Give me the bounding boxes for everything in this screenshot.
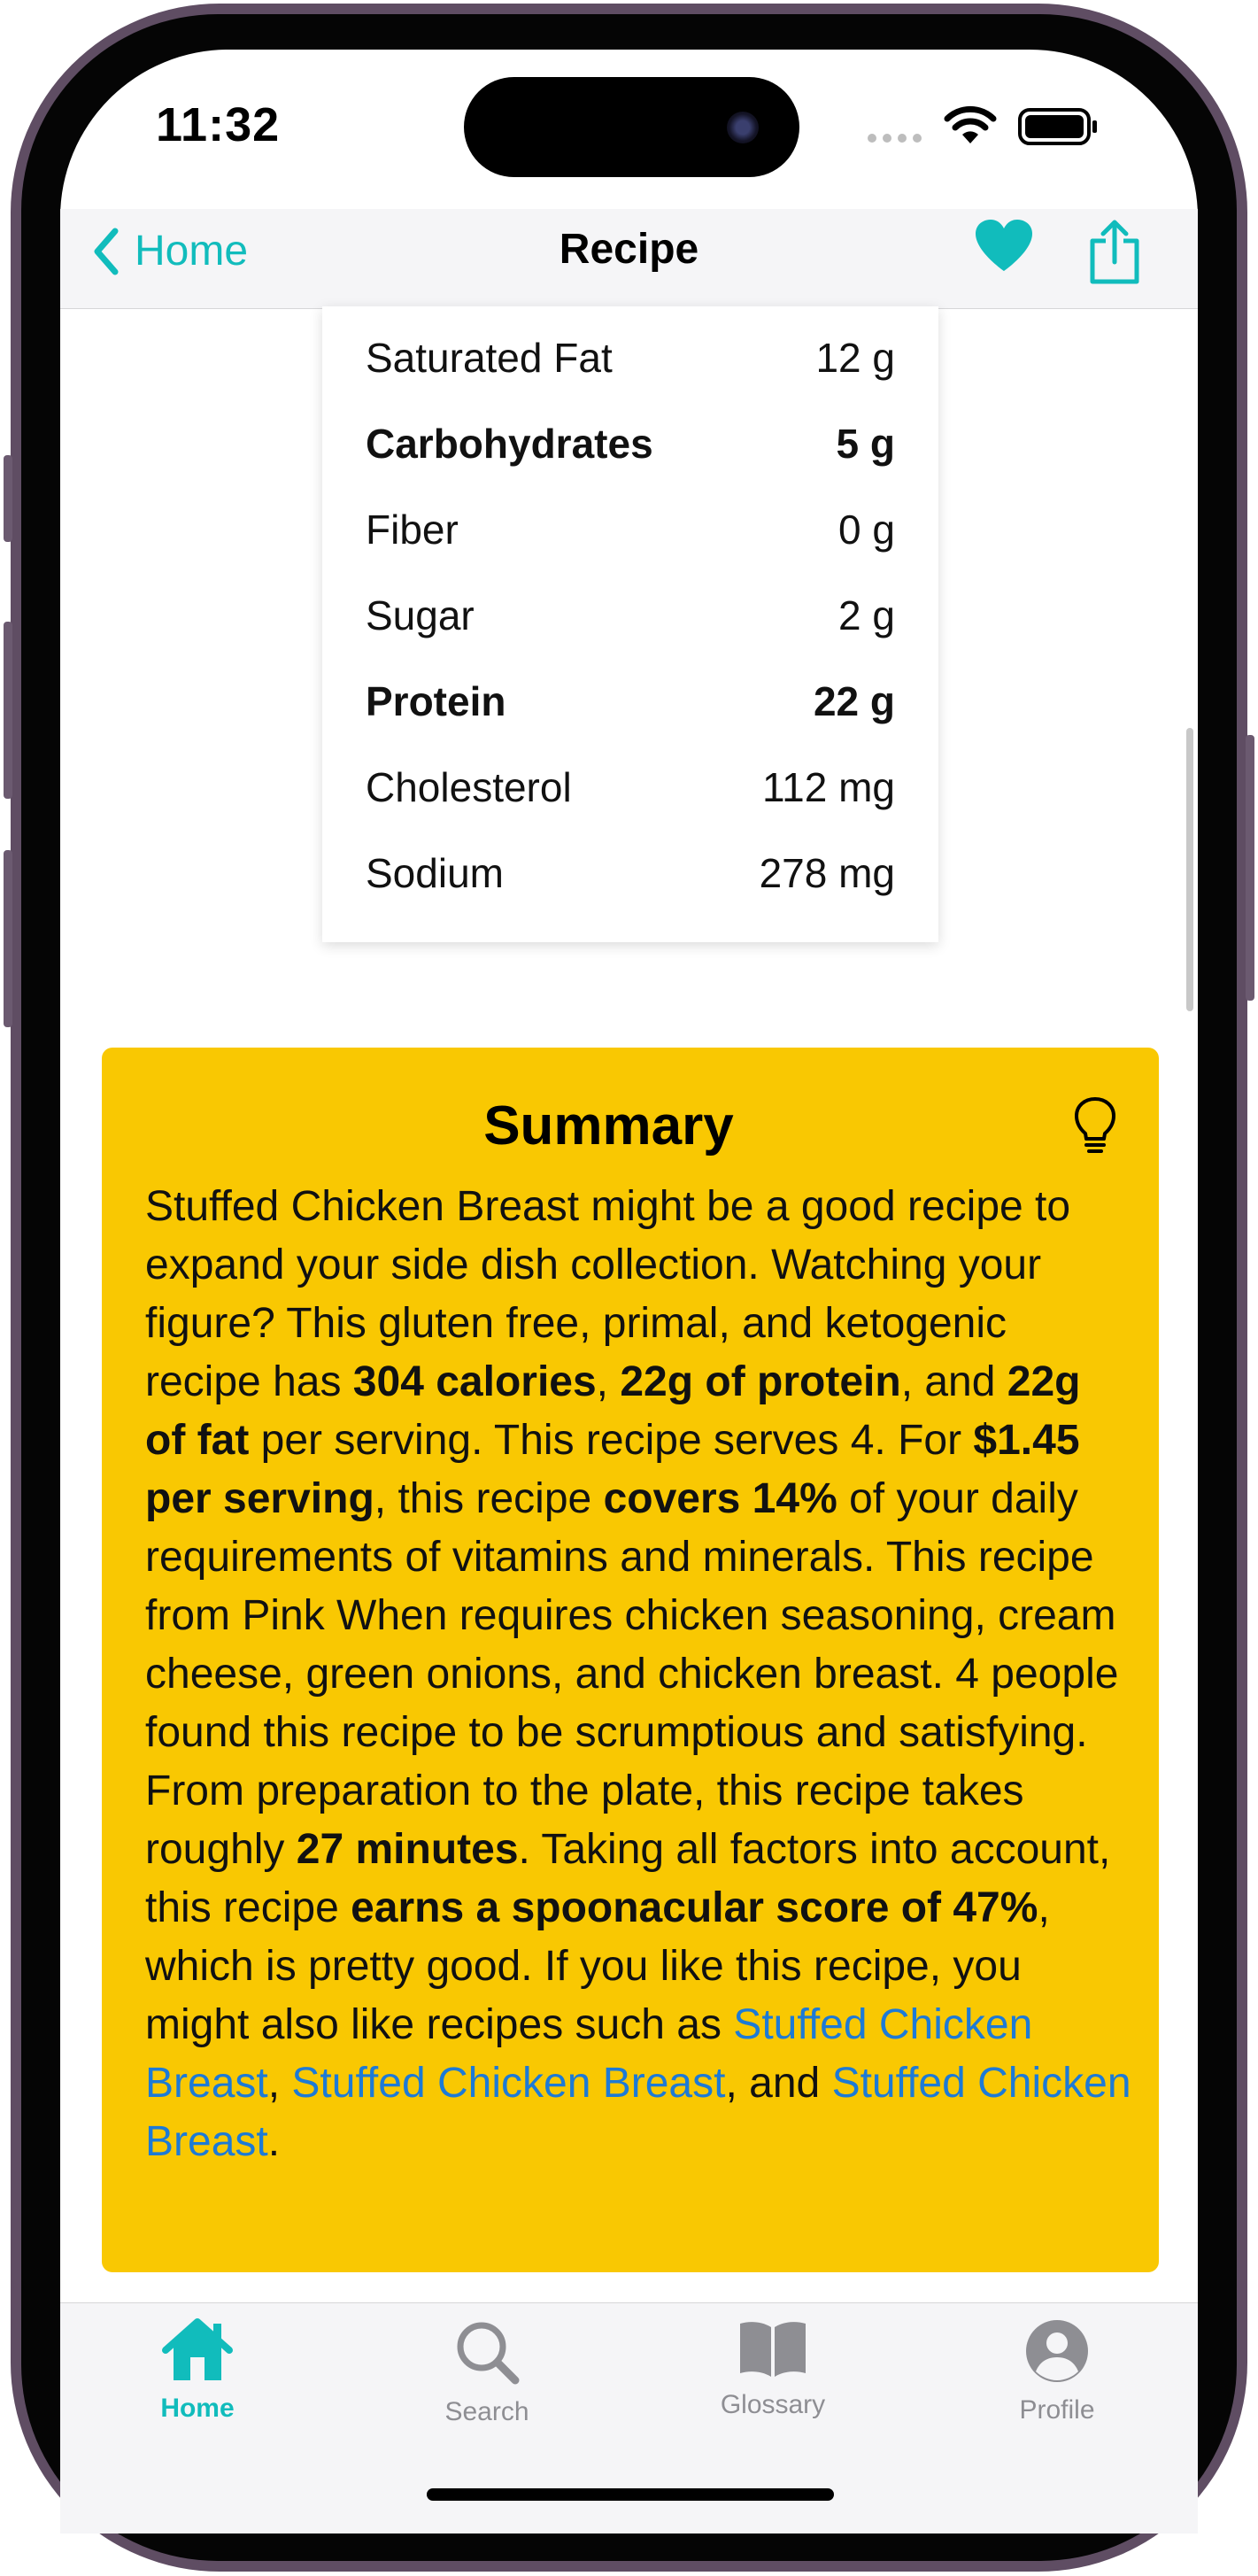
nutrient-label: Fiber (366, 507, 459, 553)
nutrient-value: 0 g (838, 507, 895, 553)
status-time: 11:32 (156, 98, 281, 151)
tab-glossary[interactable]: Glossary (684, 2318, 861, 2420)
share-icon[interactable] (1087, 220, 1142, 285)
summary-segment: , (596, 1358, 621, 1405)
nutrient-label: Cholesterol (366, 764, 572, 810)
summary-segment: , (267, 2060, 292, 2107)
nutrition-row-sugar: Sugar 2 g (366, 589, 895, 642)
summary-highlight: earns a spoonacular score of 47% (351, 1884, 1038, 1931)
summary-segment: , and (900, 1358, 1007, 1405)
tab-label: Profile (1019, 2395, 1095, 2425)
nutrition-row-carbohydrates: Carbohydrates 5 g (366, 417, 895, 470)
summary-segment: per serving. This recipe serves 4. For (249, 1417, 974, 1464)
tab-search[interactable]: Search (398, 2318, 575, 2427)
tab-label: Glossary (720, 2390, 826, 2419)
lightbulb-icon[interactable] (1071, 1096, 1119, 1155)
volume-down-button (4, 850, 12, 1027)
nutrient-value: 5 g (836, 421, 895, 467)
house-icon (162, 2318, 233, 2380)
nutrition-row-saturated-fat: Saturated Fat 12 g (366, 331, 895, 384)
summary-segment: of your daily requirements of vitamins a… (145, 1475, 1119, 1873)
home-indicator[interactable] (427, 2488, 834, 2501)
person-circle-icon (1026, 2320, 1088, 2382)
page-title: Recipe (559, 226, 699, 273)
nutrient-label: Saturated Fat (366, 335, 613, 381)
tab-label: Home (160, 2394, 235, 2423)
summary-highlight: 304 calories (352, 1358, 597, 1405)
summary-segment: , and (725, 2060, 832, 2107)
summary-title: Summary (483, 1095, 734, 1156)
action-button (4, 455, 12, 542)
nutrient-value: 278 mg (759, 850, 895, 896)
power-button (1246, 735, 1254, 1001)
magnifier-icon (457, 2322, 520, 2385)
camera-icon (727, 112, 759, 143)
summary-text: Stuffed Chicken Breast might be a good r… (145, 1178, 1132, 2171)
summary-highlight: 22g of protein (620, 1358, 901, 1405)
cellular-signal-icon (868, 131, 928, 147)
nutrient-value: 22 g (813, 678, 895, 724)
nutrient-value: 2 g (838, 592, 895, 638)
summary-segment: , this recipe (374, 1475, 604, 1522)
nutrient-value: 12 g (815, 335, 895, 381)
volume-up-button (4, 622, 12, 799)
nutrient-value: 112 mg (761, 764, 895, 810)
favorite-heart-icon[interactable] (974, 218, 1034, 273)
summary-segment: . (267, 2118, 281, 2165)
nutrition-row-protein: Protein 22 g (366, 675, 895, 728)
nutrient-label: Sodium (366, 850, 504, 896)
related-recipe-link[interactable]: Stuffed Chicken Breast (291, 2060, 725, 2107)
nutrition-row-fiber: Fiber 0 g (366, 503, 895, 556)
nutrition-row-cholesterol: Cholesterol 112 mg (366, 761, 895, 814)
battery-icon (1018, 108, 1097, 145)
scroll-indicator[interactable] (1186, 728, 1193, 1011)
nutrition-row-sodium: Sodium 278 mg (366, 847, 895, 900)
summary-highlight: 27 minutes (296, 1826, 519, 1873)
tab-label: Search (444, 2397, 529, 2426)
tab-home[interactable]: Home (109, 2318, 286, 2424)
nutrient-label: Protein (366, 678, 506, 724)
wifi-icon (944, 105, 997, 143)
book-icon (740, 2322, 806, 2377)
summary-highlight: covers 14% (603, 1475, 837, 1522)
nutrient-label: Carbohydrates (366, 421, 653, 467)
tab-profile[interactable]: Profile (969, 2318, 1146, 2425)
nutrient-label: Sugar (366, 592, 475, 638)
